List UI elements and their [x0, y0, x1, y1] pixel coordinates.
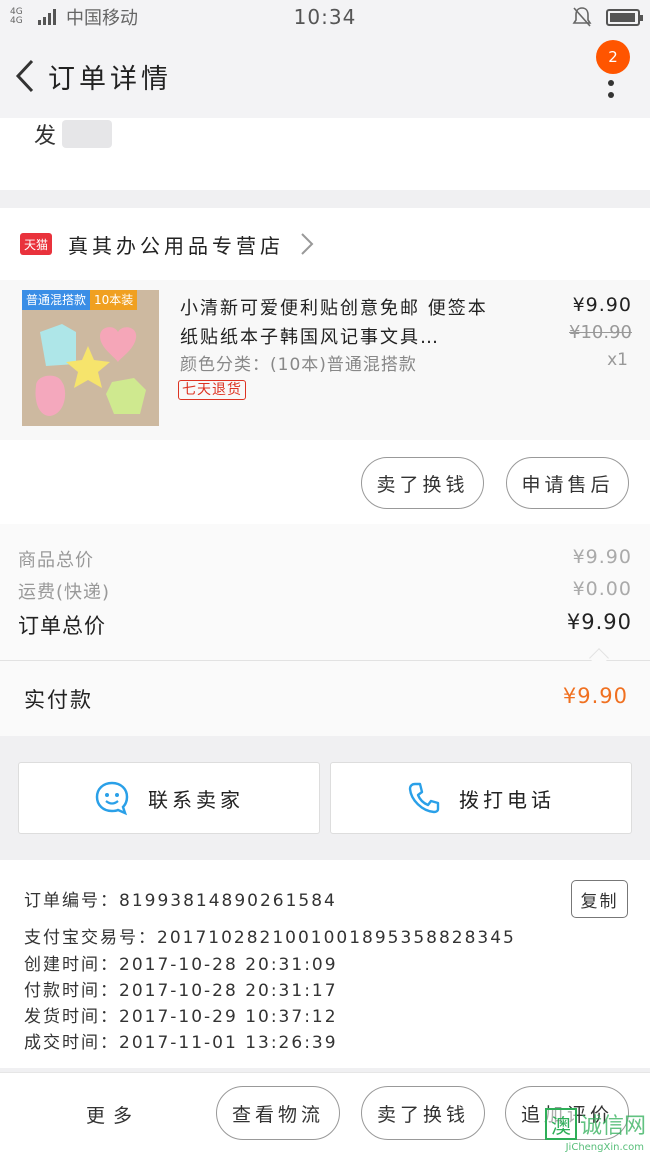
- watermark-text: 诚信网: [579, 1114, 646, 1139]
- status-left: 4G 4G 中国移动: [10, 4, 138, 30]
- more-menu-button[interactable]: 2: [596, 40, 630, 110]
- divider: [0, 660, 650, 661]
- battery-level: [610, 12, 635, 22]
- bottom-action-bar: 更多 查看物流 卖了换钱 追加评价 澳 诚信网 JiChengXin.com: [0, 1072, 650, 1155]
- item-quantity: x1: [607, 350, 628, 370]
- page-title: 订单详情: [48, 63, 172, 95]
- tmall-icon: 天猫: [20, 233, 52, 255]
- paid-value: ¥9.90: [562, 684, 628, 708]
- view-logistics-button[interactable]: 查看物流: [216, 1086, 340, 1140]
- redacted-block: [62, 120, 112, 148]
- chat-bubble-icon: [95, 781, 129, 816]
- thumbnail-tag-style: 普通混搭款: [22, 290, 91, 310]
- carrier-name: 中国移动: [66, 8, 138, 29]
- shipping-row: 运费(快递) ¥0.00: [18, 578, 632, 604]
- payment-time: 付款时间：2017-10-28 20:31:17: [24, 981, 338, 1001]
- shop-card: 天猫 真其办公用品专营店 普通混搭款 10本装 小清新可爱便利贴创意免邮 便签本…: [0, 208, 650, 524]
- goods-total-label: 商品总价: [18, 550, 94, 571]
- shipping-label: 运费(快递): [18, 582, 111, 603]
- copy-button[interactable]: 复制: [571, 880, 628, 918]
- shipped-time: 发货时间：2017-10-29 10:37:12: [24, 1007, 338, 1027]
- goods-total-row: 商品总价 ¥9.90: [18, 546, 632, 572]
- signal-icon: [38, 9, 56, 25]
- battery-icon: [606, 8, 643, 26]
- more-button[interactable]: 更多: [86, 1101, 140, 1128]
- item-title: 小清新可爱便利贴创意免邮 便签本 纸贴纸本子韩国风记事文具…: [180, 298, 488, 348]
- shipping-value: ¥0.00: [572, 578, 632, 600]
- chevron-right-icon: [301, 233, 314, 255]
- call-phone-button[interactable]: 拨打电话: [330, 762, 632, 834]
- caret-icon: [589, 648, 609, 668]
- thumbnail-tag: 普通混搭款 10本装: [22, 290, 138, 310]
- address-text: 发: [34, 124, 57, 149]
- thumbnail-tag-count: 10本装: [90, 290, 138, 310]
- alipay-trade-number: 支付宝交易号：2017102821001001895358828345: [24, 928, 516, 948]
- item-row[interactable]: 普通混搭款 10本装 小清新可爱便利贴创意免邮 便签本 纸贴纸本子韩国风记事文具…: [0, 280, 650, 440]
- call-phone-label: 拨打电话: [459, 787, 555, 812]
- shop-row[interactable]: 天猫 真其办公用品专营店: [0, 208, 650, 280]
- mute-bell-icon: [572, 7, 592, 27]
- product-thumbnail: 普通混搭款 10本装: [22, 290, 159, 426]
- created-time: 创建时间：2017-10-28 20:31:09: [24, 955, 338, 975]
- network-type: 4G 4G: [10, 7, 23, 26]
- back-icon[interactable]: [2, 46, 48, 106]
- order-total-label: 订单总价: [18, 614, 106, 638]
- order-total-row: 订单总价 ¥9.90: [18, 610, 632, 640]
- contact-seller-button[interactable]: 联系卖家: [18, 762, 320, 834]
- sticky-notes-image: [22, 290, 159, 426]
- item-price: ¥9.90: [572, 294, 632, 316]
- more-dots-icon: [608, 80, 614, 98]
- status-bar: 4G 4G 中国移动 10:34: [0, 0, 650, 34]
- paid-label: 实付款: [24, 688, 93, 712]
- order-number: 订单编号：81993814890261584: [24, 891, 337, 911]
- goods-total-value: ¥9.90: [572, 546, 632, 568]
- return-policy-tag: 七天退货: [178, 380, 246, 400]
- completed-time: 成交时间：2017-11-01 13:26:39: [24, 1033, 338, 1053]
- order-info-card: 订单编号：81993814890261584 复制 支付宝交易号：2017102…: [0, 860, 650, 1068]
- watermark-url: JiChengXin.com: [565, 1142, 644, 1153]
- watermark-logo-icon: 澳: [544, 1108, 577, 1140]
- item-spec: 颜色分类：(10本)普通混搭款: [180, 355, 417, 375]
- status-right: [572, 6, 643, 28]
- phone-icon: [408, 782, 440, 814]
- totals-card: 商品总价 ¥9.90 运费(快递) ¥0.00 订单总价 ¥9.90 实付款 ¥…: [0, 524, 650, 736]
- sell-for-cash-button[interactable]: 卖了换钱: [361, 457, 484, 509]
- after-sale-button[interactable]: 申请售后: [506, 457, 629, 509]
- shop-name: 真其办公用品专营店: [68, 233, 284, 258]
- order-total-value: ¥9.90: [566, 610, 632, 634]
- contact-seller-label: 联系卖家: [148, 787, 244, 812]
- item-original-price: ¥10.90: [569, 322, 632, 343]
- contact-area: 联系卖家 拨打电话: [0, 752, 650, 844]
- notification-badge: 2: [596, 40, 630, 74]
- watermark: 澳 诚信网: [544, 1108, 646, 1140]
- address-card: 发: [0, 118, 650, 190]
- sell-for-cash-bottom-button[interactable]: 卖了换钱: [361, 1086, 485, 1140]
- nav-bar: 订单详情 2: [0, 34, 650, 118]
